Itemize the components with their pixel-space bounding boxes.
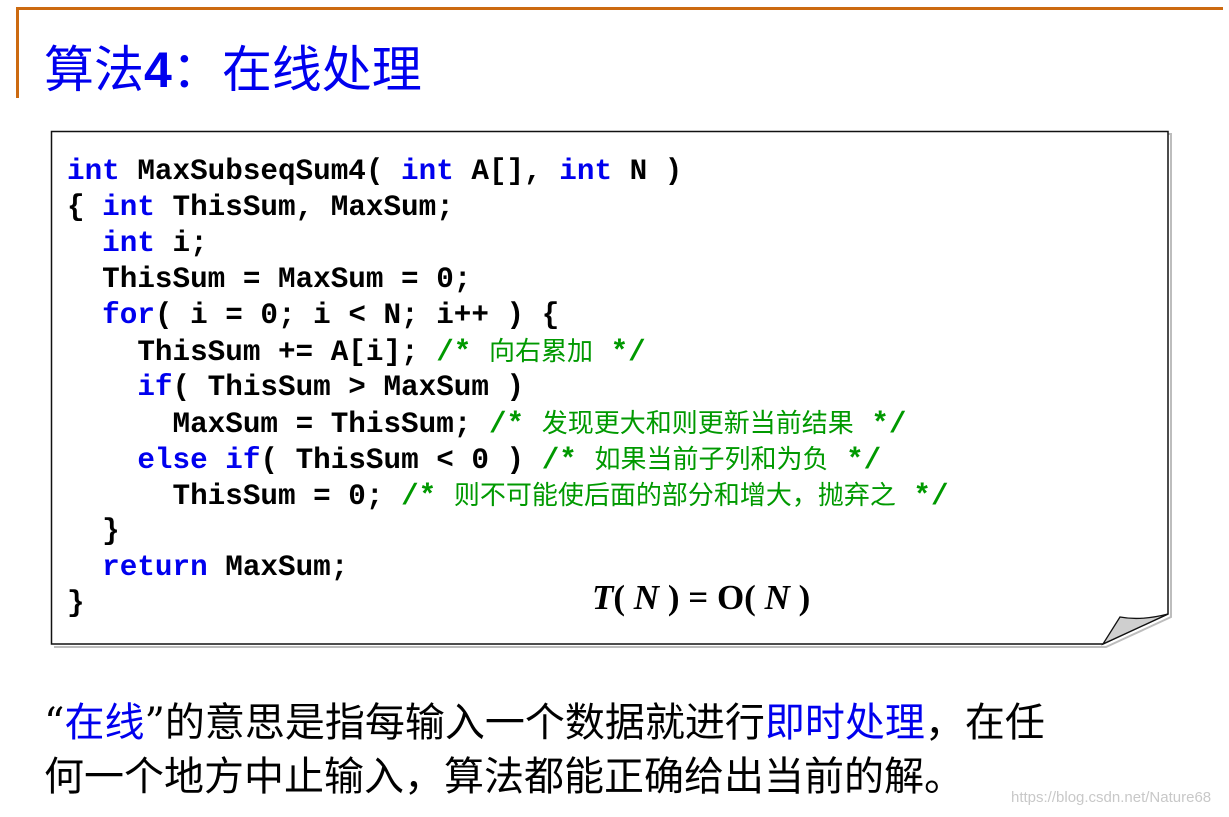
comment-part: /* bbox=[436, 336, 489, 369]
comment-part: /* bbox=[488, 408, 542, 441]
code-text: } bbox=[102, 515, 120, 548]
comment-part: 发现更大和则更新当前结果 bbox=[541, 409, 854, 439]
quote-open: “ bbox=[44, 700, 65, 746]
code-text: MaxSubseqSum4( bbox=[119, 155, 402, 188]
comment-part: /* bbox=[541, 444, 595, 477]
slide-title: 算法4：在线处理 bbox=[44, 38, 422, 102]
code-line: else if( ThisSum < 0 ) /* 如果当前子列和为负 */ bbox=[67, 442, 949, 478]
code-keyword: if bbox=[137, 371, 173, 404]
code-text: ( i = 0; i < N; i++ ) { bbox=[154, 299, 560, 332]
code-line: ThisSum = 0; /* 则不可能使后面的部分和增大，抛弃之 */ bbox=[67, 478, 949, 514]
slide-frame-top-border bbox=[16, 7, 1223, 10]
comment-part: */ bbox=[592, 336, 646, 369]
code-comment: /* 则不可能使后面的部分和增大，抛弃之 */ bbox=[401, 480, 949, 513]
slide-frame-left-border bbox=[16, 7, 19, 98]
explanation-text-b: ，在任 bbox=[924, 700, 1045, 746]
code-keyword: int bbox=[67, 155, 120, 188]
code-comment: /* 向右累加 */ bbox=[436, 336, 646, 369]
code-keyword: int bbox=[559, 155, 613, 188]
complexity-paren: ) bbox=[659, 578, 680, 617]
code-text: ThisSum += A[i]; bbox=[137, 336, 437, 369]
code-text: ThisSum = 0; bbox=[172, 480, 402, 513]
code-text: A[], bbox=[453, 155, 560, 188]
code-line: } bbox=[67, 514, 949, 550]
complexity-paren: ( bbox=[744, 578, 765, 617]
code-comment: /* 发现更大和则更新当前结果 */ bbox=[489, 408, 907, 441]
code-line: ThisSum += A[i]; /* 向右累加 */ bbox=[67, 334, 949, 370]
code-text: i; bbox=[154, 227, 208, 260]
code-line: { int ThisSum, MaxSum; bbox=[67, 190, 949, 226]
comment-part: 如果当前子列和为负 bbox=[594, 445, 829, 475]
code-line: } bbox=[67, 586, 949, 622]
comment-part: */ bbox=[828, 444, 882, 477]
code-keyword: if bbox=[225, 444, 261, 477]
code-line: if( ThisSum > MaxSum ) bbox=[67, 370, 949, 406]
complexity-rhs-fn: O bbox=[716, 578, 745, 617]
comment-part: 向右累加 bbox=[488, 337, 593, 367]
code-text: ThisSum = MaxSum = 0; bbox=[102, 263, 472, 296]
code-line: return MaxSum; bbox=[67, 550, 949, 586]
code-line: int i; bbox=[67, 226, 949, 262]
code-keyword: int bbox=[401, 155, 454, 188]
code-listing: int MaxSubseqSum4( int A[], int N ){ int… bbox=[67, 154, 949, 622]
comment-part: */ bbox=[895, 480, 949, 513]
code-text: MaxSum = ThisSum; bbox=[172, 408, 489, 441]
code-text: ( ThisSum > MaxSum ) bbox=[172, 371, 525, 404]
explanation-text-a: 的意思是指每输入一个数据就进行 bbox=[164, 700, 765, 746]
title-separator: ： bbox=[171, 42, 222, 98]
complexity-rhs-arg: N bbox=[764, 578, 790, 617]
quote-close: ” bbox=[144, 700, 165, 746]
comment-part: */ bbox=[853, 408, 907, 441]
comment-part: 则不可能使后面的部分和增大，抛弃之 bbox=[453, 481, 896, 511]
code-keyword: for bbox=[102, 299, 155, 332]
explanation-line-1: “在线”的意思是指每输入一个数据就进行即时处理，在任 bbox=[44, 696, 1204, 750]
term-instant-processing: 即时处理 bbox=[764, 700, 925, 746]
complexity-paren: ( bbox=[613, 578, 634, 617]
code-keyword: int bbox=[102, 227, 155, 260]
code-line: int MaxSubseqSum4( int A[], int N ) bbox=[67, 154, 949, 190]
code-keyword: else bbox=[137, 444, 208, 477]
complexity-lhs-arg: N bbox=[633, 578, 660, 617]
comment-part: /* bbox=[401, 480, 454, 513]
term-online: 在线 bbox=[64, 700, 145, 746]
complexity-equals: = bbox=[679, 578, 717, 617]
time-complexity: T( N ) = O( N ) bbox=[592, 577, 810, 619]
complexity-paren: ) bbox=[789, 578, 811, 617]
code-indent: { bbox=[67, 191, 103, 224]
title-number: 4 bbox=[144, 42, 172, 98]
code-line: ThisSum = MaxSum = 0; bbox=[67, 262, 949, 298]
code-comment: /* 如果当前子列和为负 */ bbox=[542, 444, 882, 477]
title-main: 在线处理 bbox=[221, 42, 422, 98]
explanation-text: “在线”的意思是指每输入一个数据就进行即时处理，在任 何一个地方中止输入，算法都… bbox=[44, 696, 1204, 804]
code-line: for( i = 0; i < N; i++ ) { bbox=[67, 298, 949, 334]
code-text: ThisSum, MaxSum; bbox=[154, 191, 454, 224]
code-line: MaxSum = ThisSum; /* 发现更大和则更新当前结果 */ bbox=[67, 406, 949, 442]
watermark: https://blog.csdn.net/Nature68 bbox=[1011, 789, 1212, 806]
title-prefix: 算法 bbox=[44, 42, 144, 98]
code-text: MaxSum; bbox=[207, 551, 349, 584]
code-keyword: return bbox=[102, 551, 208, 584]
code-keyword: int bbox=[102, 191, 155, 224]
code-text: ( ThisSum < 0 ) bbox=[260, 444, 542, 477]
complexity-lhs-fn: T bbox=[592, 578, 614, 617]
code-text: N ) bbox=[612, 155, 683, 188]
code-text: } bbox=[67, 587, 85, 620]
